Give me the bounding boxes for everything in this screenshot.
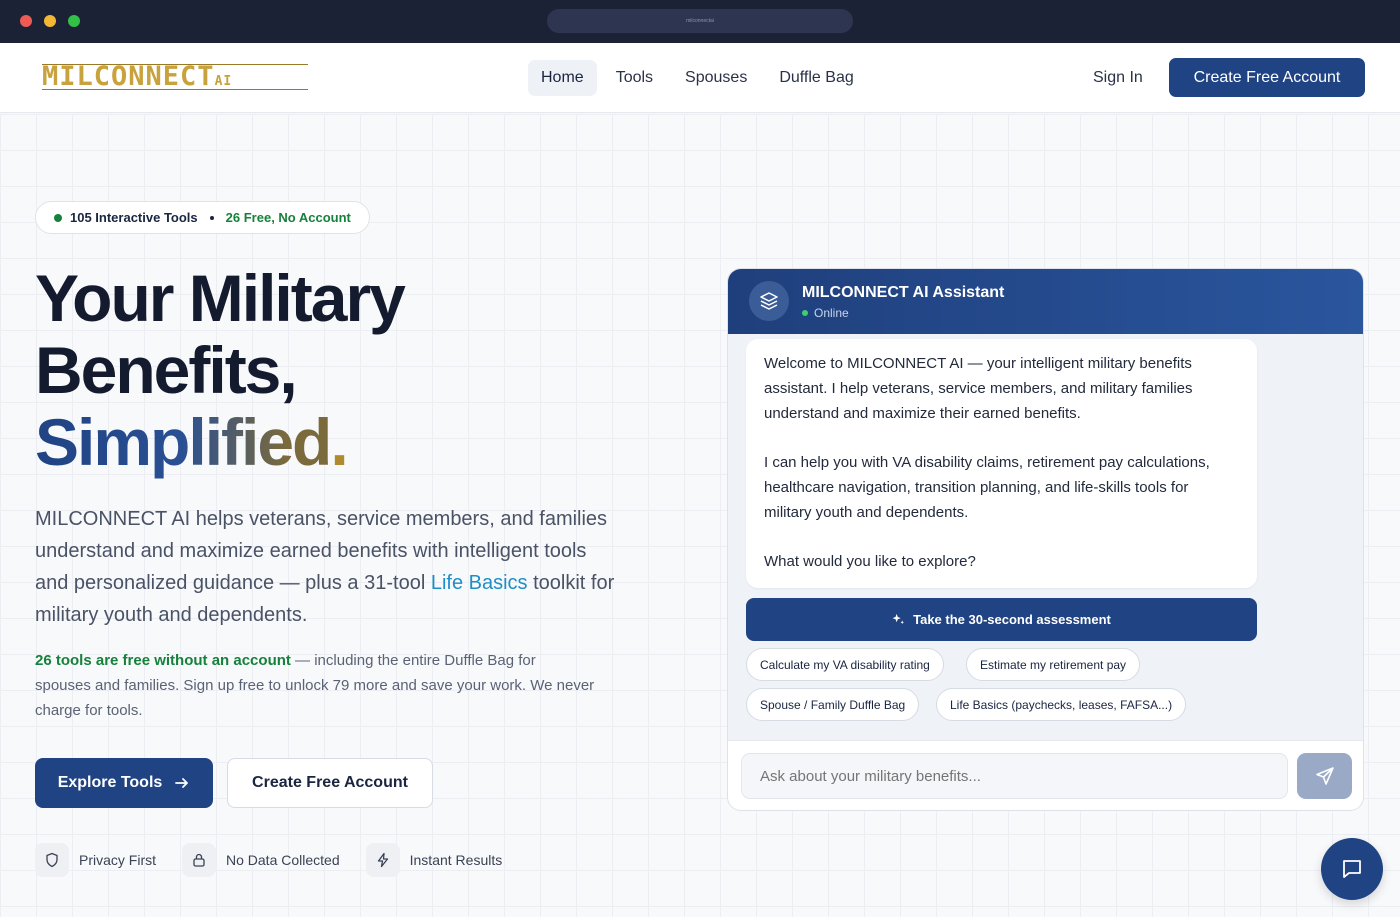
layers-icon	[760, 292, 778, 310]
ai-assistant-chat: MILCONNECT AI Assistant Online Welcome t…	[727, 268, 1364, 811]
hero-title: Your Military Benefits, Simplified.	[35, 261, 406, 479]
chat-input[interactable]	[741, 753, 1288, 799]
chip-duffle-bag[interactable]: Spouse / Family Duffle Bag	[746, 688, 920, 721]
chip-life-basics[interactable]: Life Basics (paychecks, leases, FAFSA...…	[936, 688, 1187, 721]
title-line1: Your Military	[35, 261, 406, 335]
bolt-icon	[365, 843, 400, 877]
logo[interactable]: MILCONNECTAI	[42, 58, 308, 96]
nav-duffle-bag[interactable]: Duffle Bag	[766, 60, 866, 96]
message-icon	[1343, 860, 1361, 878]
tools-count-pill: 105 Interactive Tools 26 Free, No Accoun…	[35, 201, 370, 234]
badge-no-data: No Data Collected	[182, 843, 340, 877]
chat-input-row	[728, 740, 1363, 810]
sign-in-link[interactable]: Sign In	[1080, 69, 1156, 87]
title-period: .	[330, 405, 348, 479]
send-button[interactable]	[1297, 753, 1352, 799]
create-account-header-button[interactable]: Create Free Account	[1169, 58, 1365, 97]
chat-title: MILCONNECT AI Assistant	[802, 284, 1005, 301]
free-tools-note: 26 tools are free without an account	[35, 652, 291, 669]
shield-icon	[35, 843, 69, 877]
nav-home[interactable]: Home	[528, 60, 597, 96]
maximize-window-button[interactable]	[68, 15, 80, 27]
chat-launcher-button[interactable]	[1321, 838, 1383, 900]
logo-suffix: AI	[214, 74, 233, 89]
chat-header: MILCONNECT AI Assistant Online	[728, 269, 1363, 334]
pill-tools-count: 105 Interactive Tools	[70, 210, 198, 225]
minimize-window-button[interactable]	[44, 15, 56, 27]
title-line3: Simplified	[35, 405, 332, 479]
badge-privacy: Privacy First	[35, 843, 156, 877]
assistant-avatar	[749, 281, 789, 321]
assessment-button[interactable]: Take the 30-second assessment	[746, 598, 1257, 641]
address-bar[interactable]: milconnectai	[547, 9, 853, 33]
site-header: MILCONNECTAI Home Tools Spouses Duffle B…	[0, 43, 1400, 113]
main-nav: Home Tools Spouses Duffle Bag	[528, 60, 867, 96]
logo-text: MILCONNECT	[42, 61, 215, 92]
nav-tools[interactable]: Tools	[603, 60, 666, 96]
online-dot	[802, 310, 808, 316]
trust-badges: Privacy First No Data Collected Instant …	[35, 843, 502, 877]
life-basics-link[interactable]: Life Basics	[431, 572, 528, 594]
send-icon	[1315, 767, 1334, 785]
create-account-button[interactable]: Create Free Account	[227, 758, 433, 808]
status-dot	[54, 213, 62, 222]
chip-va-disability[interactable]: Calculate my VA disability rating	[746, 648, 944, 681]
lock-icon	[182, 843, 216, 877]
hero-lead: MILCONNECT AI helps veterans, service me…	[35, 508, 615, 626]
chat-status: Online	[802, 306, 849, 320]
browser-chrome: milconnectai	[0, 0, 1400, 43]
badge-instant: Instant Results	[365, 843, 502, 877]
pill-free-count: 26 Free, No Account	[225, 210, 351, 225]
close-window-button[interactable]	[20, 15, 32, 27]
title-line2: Benefits,	[35, 333, 298, 407]
sparkle-icon	[892, 613, 905, 625]
chip-retirement-pay[interactable]: Estimate my retirement pay	[966, 648, 1141, 681]
nav-spouses[interactable]: Spouses	[672, 60, 760, 96]
hero-subtext: 26 tools are free without an account — i…	[35, 652, 595, 719]
arrow-right-icon	[175, 778, 189, 788]
assistant-message: Welcome to MILCONNECT AI — your intellig…	[746, 339, 1257, 588]
explore-tools-button[interactable]: Explore Tools	[35, 758, 213, 808]
